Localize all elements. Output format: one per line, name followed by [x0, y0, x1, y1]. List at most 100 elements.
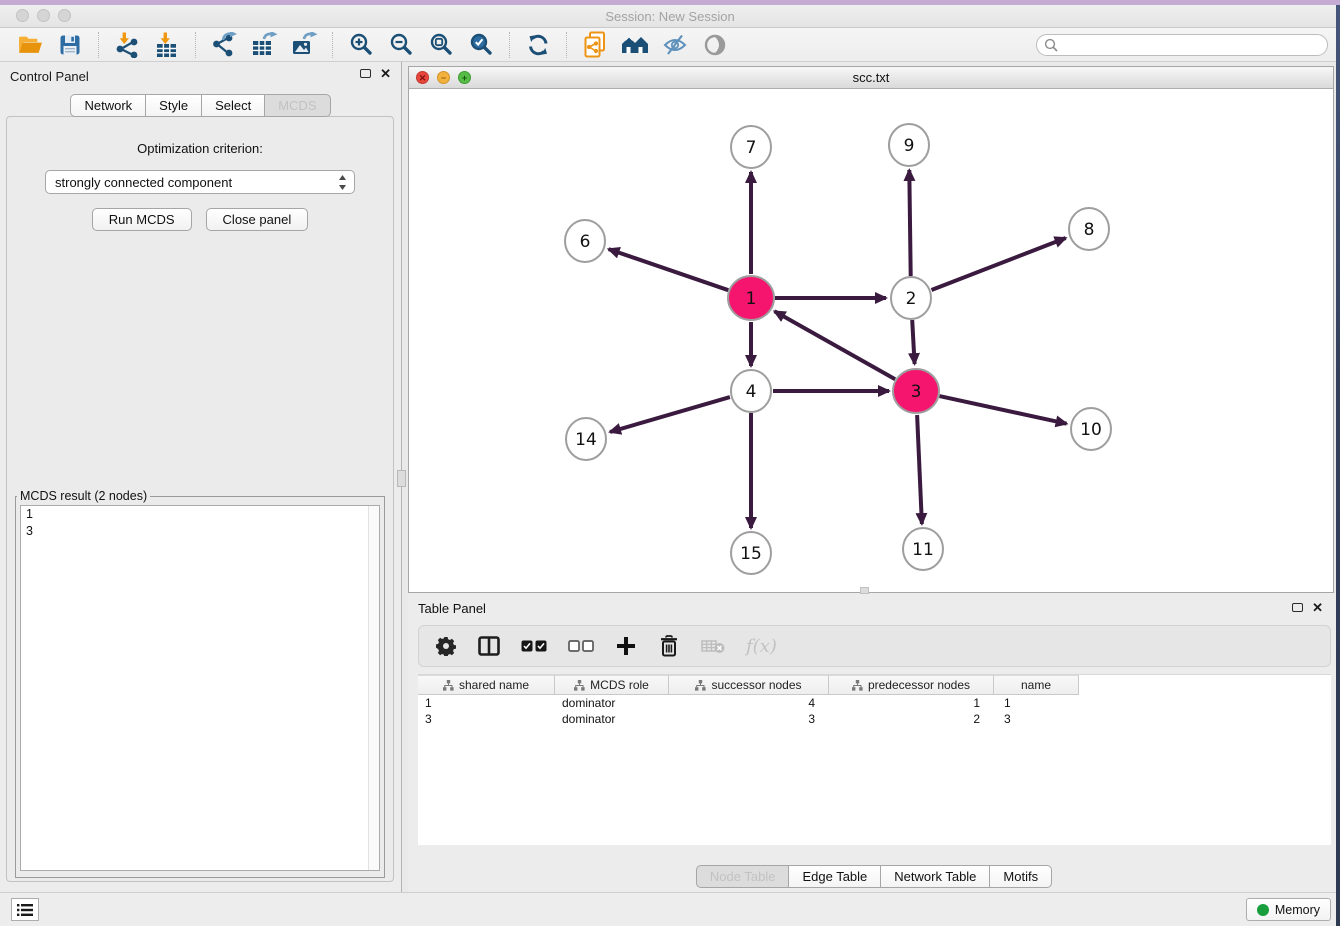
network-file-icon[interactable] — [578, 31, 612, 59]
column-header-successor-nodes[interactable]: successor nodes — [669, 675, 829, 695]
graph-edge-2-8[interactable] — [932, 238, 1066, 290]
table-body: 1dominator4113dominator323 — [418, 695, 1331, 727]
desktop-top-strip — [0, 0, 1340, 5]
table-row[interactable]: 3dominator323 — [418, 711, 1331, 727]
workspace: ✕ − + scc.txt 7968124310141511 Table Pan… — [402, 62, 1340, 892]
gear-icon[interactable] — [435, 633, 457, 659]
svg-text:14: 14 — [575, 430, 597, 450]
tab-network-table[interactable]: Network Table — [880, 865, 990, 888]
zoom-in-icon[interactable] — [344, 31, 378, 59]
close-panel-button[interactable]: Close panel — [206, 208, 309, 231]
eye-icon[interactable] — [698, 31, 732, 59]
add-column-icon[interactable] — [615, 633, 637, 659]
table-cell[interactable]: 1 — [994, 695, 1079, 711]
refresh-icon[interactable] — [521, 31, 555, 59]
mcds-result-box: MCDS result (2 nodes) 13 — [15, 489, 385, 878]
network-canvas[interactable]: 7 9 6 8 1 2 4 3 10 14 15 11 — [409, 89, 1333, 592]
search-box[interactable] — [1036, 34, 1328, 56]
task-history-button[interactable] — [11, 898, 39, 921]
column-header-predecessor-nodes[interactable]: predecessor nodes — [829, 675, 994, 695]
tab-motifs[interactable]: Motifs — [989, 865, 1052, 888]
column-header-MCDS-role[interactable]: MCDS role — [555, 675, 669, 695]
table-cell[interactable]: 2 — [829, 711, 994, 727]
graph-node-4[interactable]: 4 — [731, 370, 771, 412]
zoom-out-icon[interactable] — [384, 31, 418, 59]
tab-style[interactable]: Style — [145, 94, 202, 117]
graph-node-2[interactable]: 2 — [891, 277, 931, 319]
graph-edge-3-10[interactable] — [940, 396, 1067, 424]
select-all-icon[interactable] — [521, 633, 547, 659]
float-panel-icon[interactable] — [360, 69, 371, 78]
zoom-fit-icon[interactable] — [424, 31, 458, 59]
column-header-name[interactable]: name — [994, 675, 1079, 695]
import-table-icon[interactable] — [150, 31, 184, 59]
table-cell[interactable]: 3 — [669, 711, 829, 727]
tab-node-table[interactable]: Node Table — [696, 865, 790, 888]
graph-edge-1-6[interactable] — [609, 249, 729, 290]
horizontal-scrollbar-handle[interactable] — [860, 587, 869, 594]
delete-icon[interactable] — [658, 633, 680, 659]
mcds-result-textarea[interactable]: 13 — [20, 505, 380, 871]
split-column-icon[interactable] — [478, 633, 500, 659]
close-panel-icon[interactable]: ✕ — [380, 68, 391, 79]
tab-select[interactable]: Select — [201, 94, 265, 117]
table-cell[interactable]: 4 — [669, 695, 829, 711]
memory-button[interactable]: Memory — [1246, 898, 1331, 921]
result-scrollbar[interactable] — [368, 506, 379, 870]
graph-edge-2-9[interactable] — [909, 170, 910, 276]
table-row[interactable]: 1dominator411 — [418, 695, 1331, 711]
export-network-icon[interactable] — [207, 31, 241, 59]
graph-node-11[interactable]: 11 — [903, 528, 943, 570]
export-table-icon[interactable] — [247, 31, 281, 59]
table-cell[interactable]: 1 — [829, 695, 994, 711]
tab-network[interactable]: Network — [70, 94, 146, 117]
tab-mcds[interactable]: MCDS — [264, 94, 330, 117]
graph-node-1[interactable]: 1 — [728, 276, 774, 320]
export-image-icon[interactable] — [287, 31, 321, 59]
column-header-shared-name[interactable]: shared name — [418, 675, 555, 695]
table-cell[interactable]: 3 — [994, 711, 1079, 727]
float-table-panel-icon[interactable] — [1292, 603, 1303, 612]
delete-table-icon[interactable] — [701, 633, 725, 659]
svg-text:10: 10 — [1080, 420, 1102, 440]
function-builder-icon[interactable]: f(x) — [746, 633, 777, 659]
panel-splitter-handle[interactable] — [397, 470, 406, 487]
control-panel-title: Control Panel — [10, 69, 89, 84]
optimization-criterion-select[interactable]: strongly connected component — [45, 170, 355, 194]
graph-edge-3-1[interactable] — [775, 311, 896, 379]
tab-edge-table[interactable]: Edge Table — [788, 865, 881, 888]
run-mcds-button[interactable]: Run MCDS — [92, 208, 192, 231]
save-session-icon[interactable] — [53, 31, 87, 59]
desktop-right-strip — [1336, 5, 1340, 926]
table-cell[interactable]: 3 — [418, 711, 555, 727]
search-input[interactable] — [1062, 36, 1327, 54]
open-session-icon[interactable] — [13, 31, 47, 59]
zoom-selected-icon[interactable] — [464, 31, 498, 59]
graph-edge-3-11[interactable] — [917, 415, 922, 524]
svg-text:9: 9 — [904, 136, 915, 156]
svg-text:8: 8 — [1084, 220, 1095, 240]
home-icon[interactable] — [618, 31, 652, 59]
import-network-icon[interactable] — [110, 31, 144, 59]
graph-node-10[interactable]: 10 — [1071, 408, 1111, 450]
graph-node-9[interactable]: 9 — [889, 124, 929, 166]
deselect-all-icon[interactable] — [568, 633, 594, 659]
optimization-criterion-label: Optimization criterion: — [7, 141, 393, 156]
graph-node-14[interactable]: 14 — [566, 418, 606, 460]
table-cell[interactable]: 1 — [418, 695, 555, 711]
table-cell[interactable]: dominator — [555, 711, 669, 727]
close-table-panel-icon[interactable]: ✕ — [1312, 602, 1323, 613]
network-view-window: ✕ − + scc.txt 7968124310141511 — [408, 66, 1334, 593]
svg-text:11: 11 — [912, 540, 934, 560]
graph-node-3[interactable]: 3 — [893, 369, 939, 413]
graph-node-7[interactable]: 7 — [731, 126, 771, 168]
toolbar-separator — [566, 32, 567, 58]
svg-text:15: 15 — [740, 544, 762, 564]
table-cell[interactable]: dominator — [555, 695, 669, 711]
graph-node-8[interactable]: 8 — [1069, 208, 1109, 250]
graph-edge-4-14[interactable] — [610, 397, 730, 432]
eye-slash-icon[interactable] — [658, 31, 692, 59]
graph-node-15[interactable]: 15 — [731, 532, 771, 574]
graph-edge-2-3[interactable] — [912, 320, 914, 364]
graph-node-6[interactable]: 6 — [565, 220, 605, 262]
